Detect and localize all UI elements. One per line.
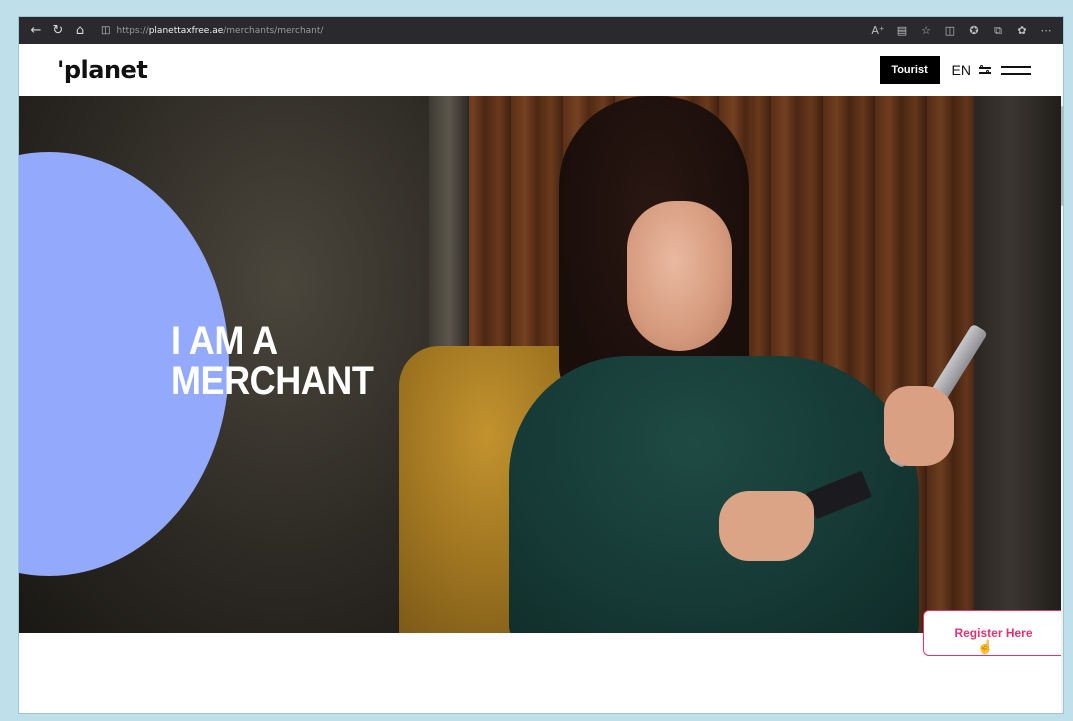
split-screen-icon[interactable]: ◫ (939, 20, 961, 42)
site-header: 'planet Tourist EN (19, 44, 1061, 96)
hero-title-line1: I AM A (171, 319, 278, 363)
back-arrow-icon[interactable]: ← (25, 20, 47, 42)
hero-title: I AM A MERCHANT (171, 319, 374, 403)
language-selector[interactable]: EN (952, 62, 971, 78)
url-path: /merchants/merchant/ (223, 25, 324, 36)
menu-icon[interactable] (1001, 64, 1031, 76)
address-bar[interactable]: ◫ https://planettaxfree.ae/merchants/mer… (101, 21, 323, 41)
filter-icon[interactable] (979, 64, 991, 76)
hero-hand-left (719, 491, 814, 561)
more-icon[interactable]: ⋯ (1035, 20, 1057, 42)
hand-cursor-icon: ☝ (977, 639, 994, 654)
url-host: planettaxfree.ae (148, 25, 224, 36)
collections-icon[interactable]: ⧉ (987, 20, 1009, 42)
page-scrollbar[interactable] (1061, 96, 1063, 713)
reader-view-icon[interactable]: ▤ (891, 20, 913, 42)
register-button[interactable]: Register Here (923, 610, 1063, 656)
browser-toolbar: ← ↻ ⌂ ◫ https://planettaxfree.ae/merchan… (19, 17, 1063, 44)
read-aloud-icon[interactable]: A⁺ (867, 20, 889, 42)
hero-background-right (974, 96, 1061, 633)
favorite-star-icon[interactable]: ☆ (915, 20, 937, 42)
extensions-icon[interactable]: ✿ (1011, 20, 1033, 42)
browser-window: ← ↻ ⌂ ◫ https://planettaxfree.ae/merchan… (18, 16, 1064, 714)
hero-person-face (627, 201, 732, 351)
hero-title-line2: MERCHANT (171, 359, 374, 403)
hero-banner: I AM A MERCHANT (19, 96, 1061, 633)
hero-hand-right (884, 386, 954, 466)
favorites-icon[interactable]: ✪ (963, 20, 985, 42)
planet-logo[interactable]: 'planet (57, 56, 148, 84)
home-icon[interactable]: ⌂ (69, 20, 91, 42)
url-scheme: https:// (116, 25, 149, 36)
reload-icon[interactable]: ↻ (47, 20, 69, 42)
tourist-button[interactable]: Tourist (879, 56, 940, 84)
lock-icon: ◫ (101, 25, 111, 36)
scrollbar-thumb[interactable] (1061, 106, 1063, 206)
